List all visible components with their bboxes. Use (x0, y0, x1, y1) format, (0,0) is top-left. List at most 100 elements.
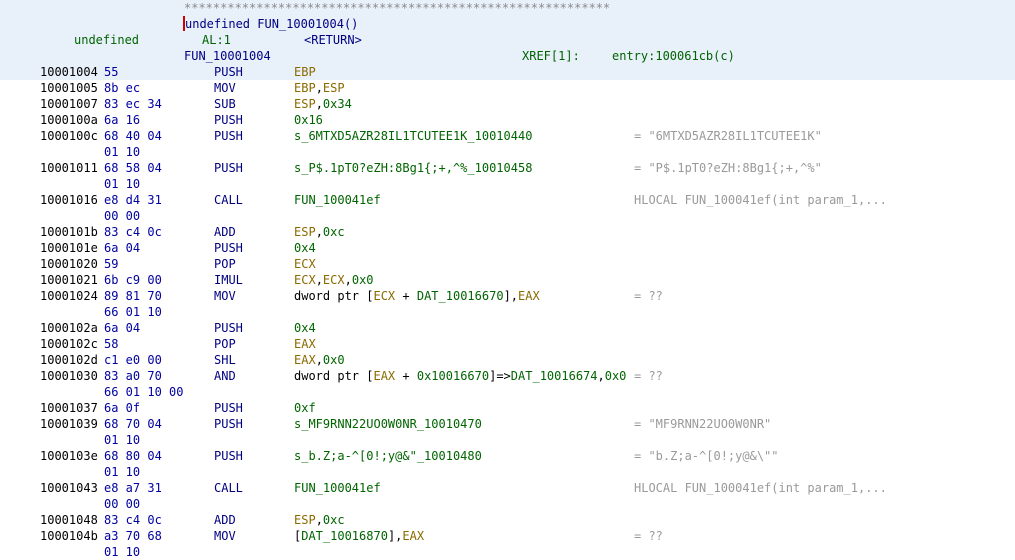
listing-row[interactable]: 00 00 (0, 496, 1015, 512)
listing-row[interactable]: 00 00 (0, 208, 1015, 224)
operand-label[interactable]: FUN_100041ef (294, 481, 381, 495)
instruction-operands[interactable]: EBP,ESP (294, 80, 345, 96)
instruction-address[interactable]: 1000100c (40, 128, 98, 144)
operand-scalar[interactable]: 0x4 (294, 241, 316, 255)
instruction-operands[interactable]: dword ptr [EAX + 0x10016670]=>DAT_100166… (294, 368, 626, 384)
operand-register[interactable]: EBP (294, 81, 316, 95)
instruction-bytes[interactable]: 01 10 (104, 144, 140, 160)
instruction-operands[interactable]: EAX (294, 336, 316, 352)
listing-row[interactable]: 10001004 55 PUSH EBP (0, 64, 1015, 80)
operand-register[interactable]: ECX (294, 257, 316, 271)
listing-row[interactable]: 1000104b a3 70 68 MOV [DAT_10016870],EAX = ?… (0, 528, 1015, 544)
instruction-bytes[interactable]: 00 00 (104, 496, 140, 512)
operand-register[interactable]: ECX (373, 289, 395, 303)
instruction-mnemonic[interactable]: PUSH (214, 400, 243, 416)
operand-register[interactable]: ESP (294, 513, 316, 527)
instruction-mnemonic[interactable]: MOV (214, 528, 236, 544)
operand-register[interactable]: EAX (402, 529, 424, 543)
listing-row[interactable]: 10001043 e8 a7 31 CALL FUN_100041ef HLOCAL F… (0, 480, 1015, 496)
instruction-address[interactable]: 10001043 (40, 480, 98, 496)
listing-row[interactable]: 01 10 (0, 432, 1015, 448)
instruction-address[interactable]: 10001039 (40, 416, 98, 432)
listing-row[interactable]: 10001039 68 70 04 PUSH s_MF9RNN22UO0W0NR_10… (0, 416, 1015, 432)
instruction-bytes[interactable]: 83 c4 0c (104, 512, 162, 528)
instruction-address[interactable]: 10001048 (40, 512, 98, 528)
instruction-bytes[interactable]: 83 a0 70 (104, 368, 162, 384)
instruction-address[interactable]: 1000104b (40, 528, 98, 544)
instruction-bytes[interactable]: 01 10 (104, 176, 140, 192)
instruction-operands[interactable]: ESP,0xc (294, 512, 345, 528)
instruction-operands[interactable]: 0xf (294, 400, 316, 416)
instruction-operands[interactable]: 0x4 (294, 240, 316, 256)
instruction-mnemonic[interactable]: PUSH (214, 416, 243, 432)
operand-label[interactable]: s_MF9RNN22UO0W0NR_10010470 (294, 417, 482, 431)
return-name[interactable]: <RETURN> (304, 32, 362, 48)
return-type[interactable]: undefined (74, 32, 139, 48)
listing-row[interactable]: 10001048 83 c4 0c ADD ESP,0xc (0, 512, 1015, 528)
instruction-operands[interactable]: dword ptr [ECX + DAT_10016670],EAX (294, 288, 540, 304)
instruction-bytes[interactable]: 6a 04 (104, 320, 140, 336)
instruction-operands[interactable]: 0x16 (294, 112, 323, 128)
instruction-mnemonic[interactable]: CALL (214, 480, 243, 496)
instruction-operands[interactable]: ECX (294, 256, 316, 272)
operand-register[interactable]: ESP (323, 81, 345, 95)
operand-register[interactable]: ESP (294, 225, 316, 239)
operand-label[interactable]: DAT_10016670 (417, 289, 504, 303)
instruction-bytes[interactable]: 83 c4 0c (104, 224, 162, 240)
instruction-bytes[interactable]: 89 81 70 (104, 288, 162, 304)
instruction-mnemonic[interactable]: PUSH (214, 160, 243, 176)
instruction-operands[interactable]: EAX,0x0 (294, 352, 345, 368)
listing-row[interactable]: 1000102c 58 POP EAX (0, 336, 1015, 352)
listing-row[interactable]: 66 01 10 00 (0, 384, 1015, 400)
operand-scalar[interactable]: 0x0 (605, 369, 627, 383)
instruction-mnemonic[interactable]: SUB (214, 96, 236, 112)
listing-row[interactable]: 10001011 68 58 04 PUSH s_P$.1pT0?eZH:8Bg1{;… (0, 160, 1015, 176)
xref-entry[interactable]: entry:100061cb(c) (612, 48, 735, 64)
operand-scalar[interactable]: 0xc (323, 225, 345, 239)
instruction-address[interactable]: 10001020 (40, 256, 98, 272)
instruction-bytes[interactable]: c1 e0 00 (104, 352, 162, 368)
instruction-bytes[interactable]: 6a 16 (104, 112, 140, 128)
instruction-mnemonic[interactable]: PUSH (214, 128, 243, 144)
listing-row[interactable]: 66 01 10 (0, 304, 1015, 320)
instruction-bytes[interactable]: 55 (104, 64, 118, 80)
instruction-bytes[interactable]: 66 01 10 (104, 304, 162, 320)
listing-row[interactable]: 10001021 6b c9 00 IMUL ECX,ECX,0x0 (0, 272, 1015, 288)
operand-scalar[interactable]: 0x16 (294, 113, 323, 127)
instruction-address[interactable]: 10001024 (40, 288, 98, 304)
operand-register[interactable]: EAX (294, 353, 316, 367)
instruction-operands[interactable]: ESP,0xc (294, 224, 345, 240)
operand-register[interactable]: ECX (294, 273, 316, 287)
instruction-operands[interactable]: ESP,0x34 (294, 96, 352, 112)
instruction-bytes[interactable]: 68 70 04 (104, 416, 162, 432)
instruction-operands[interactable]: s_6MTXD5AZR28IL1TCUTEE1K_10010440 (294, 128, 532, 144)
operand-scalar[interactable]: 0xc (323, 513, 345, 527)
listing-row[interactable]: 1000103e 68 80 04 PUSH s_b.Z;a-^[0!;y@&"_10… (0, 448, 1015, 464)
instruction-bytes[interactable]: 01 10 (104, 432, 140, 448)
operand-label[interactable]: s_P$.1pT0?eZH:8Bg1{;+,^%_10010458 (294, 161, 532, 175)
listing-row[interactable]: 1000100a 6a 16 PUSH 0x16 (0, 112, 1015, 128)
instruction-mnemonic[interactable]: ADD (214, 224, 236, 240)
instruction-mnemonic[interactable]: MOV (214, 288, 236, 304)
instruction-bytes[interactable]: 83 ec 34 (104, 96, 162, 112)
instruction-bytes[interactable]: 68 40 04 (104, 128, 162, 144)
operand-scalar[interactable]: 0x0 (323, 353, 345, 367)
operand-register[interactable]: EBP (294, 65, 316, 79)
listing-row[interactable]: 01 10 (0, 176, 1015, 192)
instruction-address[interactable]: 1000102c (40, 336, 98, 352)
listing-row[interactable]: 1000100c 68 40 04 PUSH s_6MTXD5AZR28IL1TCUT… (0, 128, 1015, 144)
instruction-bytes[interactable]: 68 80 04 (104, 448, 162, 464)
instruction-address[interactable]: 10001037 (40, 400, 98, 416)
instruction-mnemonic[interactable]: PUSH (214, 240, 243, 256)
instruction-mnemonic[interactable]: PUSH (214, 112, 243, 128)
listing-row[interactable]: 1000101e 6a 04 PUSH 0x4 (0, 240, 1015, 256)
operand-scalar[interactable]: 0x0 (352, 273, 374, 287)
instruction-bytes[interactable]: 66 01 10 00 (104, 384, 183, 400)
return-storage[interactable]: AL:1 (202, 32, 231, 48)
instruction-mnemonic[interactable]: MOV (214, 80, 236, 96)
instruction-address[interactable]: 10001016 (40, 192, 98, 208)
instruction-mnemonic[interactable]: POP (214, 256, 236, 272)
listing-row[interactable]: 1000102a 6a 04 PUSH 0x4 (0, 320, 1015, 336)
instruction-address[interactable]: 10001004 (40, 64, 98, 80)
listing-row[interactable]: 01 10 (0, 544, 1015, 560)
